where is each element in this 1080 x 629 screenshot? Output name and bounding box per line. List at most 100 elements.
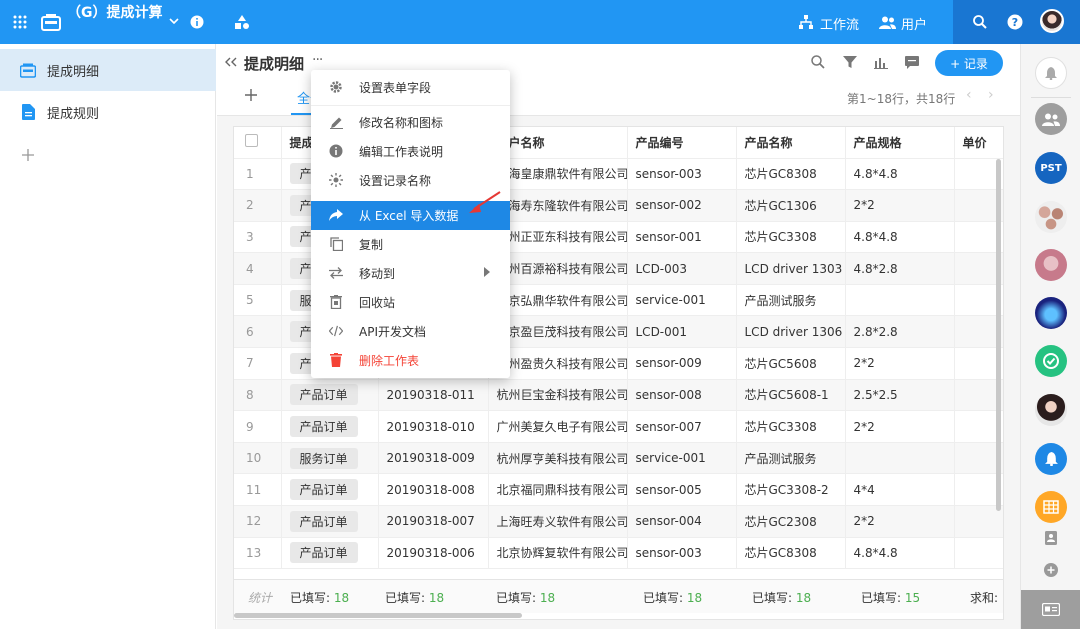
- menu-item-api-docs[interactable]: API开发文档: [311, 317, 510, 346]
- users-icon[interactable]: [878, 14, 896, 30]
- workflow-link[interactable]: 工作流: [820, 14, 859, 33]
- more-options-icon[interactable]: ···: [312, 52, 323, 68]
- column-header[interactable]: 产品编号: [627, 127, 737, 159]
- workflow-icon[interactable]: [798, 14, 814, 30]
- cell-spec[interactable]: 4.8*2.8: [845, 252, 955, 285]
- group-avatar[interactable]: [1035, 103, 1067, 135]
- cell-spec[interactable]: 2*2: [845, 347, 955, 380]
- cell-code[interactable]: sensor-005: [627, 473, 737, 507]
- menu-item-move-to[interactable]: 移动到: [311, 259, 510, 288]
- help-icon[interactable]: ?: [1006, 13, 1024, 31]
- menu-item-copy[interactable]: 复制: [311, 230, 510, 259]
- chat-toggle-button[interactable]: [1021, 590, 1080, 629]
- horizontal-scrollbar[interactable]: [234, 613, 522, 618]
- search-icon[interactable]: [810, 54, 826, 70]
- cell-type[interactable]: 产品订单: [281, 473, 379, 507]
- search-icon[interactable]: [971, 13, 989, 31]
- cell-customer[interactable]: 杭州巨宝金科技有限公司: [488, 379, 628, 412]
- cell-type[interactable]: 产品订单: [281, 410, 379, 443]
- member-avatar[interactable]: [1035, 297, 1067, 329]
- cell-product[interactable]: 芯片GC2308: [736, 505, 846, 538]
- cell-code[interactable]: sensor-009: [627, 347, 737, 380]
- notification-bell-icon[interactable]: [1035, 443, 1067, 475]
- comment-icon[interactable]: [904, 54, 920, 70]
- cell-product[interactable]: 芯片GC3308: [736, 221, 846, 254]
- shapes-icon[interactable]: [233, 13, 251, 31]
- cell-code[interactable]: service-001: [627, 442, 737, 475]
- column-header[interactable]: 产品规格: [845, 127, 955, 159]
- info-icon[interactable]: [189, 14, 205, 30]
- member-avatar[interactable]: [1035, 394, 1067, 426]
- cell-product[interactable]: LCD driver 1306: [736, 315, 846, 349]
- cell-product[interactable]: 芯片GC5608-1: [736, 379, 846, 412]
- check-circle-icon[interactable]: [1035, 345, 1067, 377]
- cell-customer[interactable]: 北京福同鼎科技有限公司: [488, 473, 628, 507]
- cell-code[interactable]: sensor-002: [627, 189, 737, 222]
- cell-product[interactable]: 芯片GC1306: [736, 189, 846, 222]
- cell-spec[interactable]: 2*2: [845, 189, 955, 222]
- vertical-scrollbar[interactable]: [996, 159, 1001, 511]
- users-link[interactable]: 用户: [901, 14, 927, 33]
- menu-item-rename[interactable]: 修改名称和图标: [311, 108, 510, 137]
- cell-spec[interactable]: 2.5*2.5: [845, 379, 955, 412]
- cell-code[interactable]: service-001: [627, 284, 737, 317]
- cell-price[interactable]: [954, 537, 1003, 570]
- member-avatar[interactable]: [1035, 249, 1067, 281]
- add-sheet-plus-icon[interactable]: [20, 147, 36, 163]
- cell-spec[interactable]: 4*4: [845, 473, 955, 507]
- cell-product[interactable]: 芯片GC8308: [736, 537, 846, 570]
- apps-grid-icon[interactable]: [11, 13, 29, 31]
- column-header[interactable]: 产品名称: [736, 127, 846, 159]
- cell-order[interactable]: 20190318-011: [378, 379, 489, 412]
- table-row[interactable]: 12 产品订单 20190318-007 上海旺寿义软件有限公司 sensor-004 芯…: [234, 505, 1003, 538]
- table-row[interactable]: 9 产品订单 20190318-010 广州美复久电子有限公司 sensor-007 芯片…: [234, 410, 1003, 443]
- table-row[interactable]: 8 产品订单 20190318-011 杭州巨宝金科技有限公司 sensor-008 芯片…: [234, 379, 1003, 412]
- cell-type[interactable]: 产品订单: [281, 537, 379, 570]
- cell-code[interactable]: LCD-003: [627, 252, 737, 285]
- select-all-checkbox[interactable]: [234, 127, 282, 159]
- cell-spec[interactable]: 2*2: [845, 505, 955, 538]
- cell-spec[interactable]: [845, 442, 955, 475]
- cell-code[interactable]: sensor-003: [627, 158, 737, 191]
- table-row[interactable]: 11 产品订单 20190318-008 北京福同鼎科技有限公司 sensor-005 芯…: [234, 473, 1003, 507]
- add-record-button[interactable]: + 记录: [935, 50, 1003, 76]
- cell-code[interactable]: sensor-003: [627, 537, 737, 570]
- cell-customer[interactable]: 上海旺寿义软件有限公司: [488, 505, 628, 538]
- contacts-icon[interactable]: [1043, 530, 1059, 546]
- cell-spec[interactable]: 4.8*4.8: [845, 158, 955, 191]
- next-page-icon[interactable]: ›: [988, 87, 994, 103]
- table-row[interactable]: 13 产品订单 20190318-006 北京协辉复软件有限公司 sensor-003 芯…: [234, 537, 1003, 570]
- cell-type[interactable]: 产品订单: [281, 505, 379, 538]
- sidebar-item-commission-rules[interactable]: 提成规则: [0, 91, 216, 133]
- column-header[interactable]: 单价: [954, 127, 1003, 159]
- add-chat-icon[interactable]: [1043, 562, 1059, 578]
- cell-product[interactable]: 产品测试服务: [736, 284, 846, 317]
- bell-icon[interactable]: [1035, 57, 1067, 89]
- cell-order[interactable]: 20190318-010: [378, 410, 489, 443]
- cell-type[interactable]: 产品订单: [281, 379, 379, 412]
- chart-icon[interactable]: [873, 54, 889, 70]
- cell-code[interactable]: sensor-007: [627, 410, 737, 443]
- pst-avatar[interactable]: PST: [1035, 152, 1067, 184]
- app-title[interactable]: （G）提成计算: [67, 5, 163, 22]
- cell-code[interactable]: sensor-008: [627, 379, 737, 412]
- cell-order[interactable]: 20190318-009: [378, 442, 489, 475]
- menu-item-edit-description[interactable]: 编辑工作表说明: [311, 137, 510, 166]
- filter-icon[interactable]: [842, 54, 858, 70]
- chevron-down-icon[interactable]: [167, 14, 181, 28]
- cell-spec[interactable]: [845, 284, 955, 317]
- cell-product[interactable]: LCD driver 1303: [736, 252, 846, 285]
- cell-code[interactable]: LCD-001: [627, 315, 737, 349]
- cell-customer[interactable]: 北京协辉复软件有限公司: [488, 537, 628, 570]
- cell-product[interactable]: 芯片GC3308: [736, 410, 846, 443]
- cell-product[interactable]: 芯片GC3308-2: [736, 473, 846, 507]
- table-row[interactable]: 10 服务订单 20190318-009 杭州厚亨美科技有限公司 service-001…: [234, 442, 1003, 475]
- cell-product[interactable]: 芯片GC5608: [736, 347, 846, 380]
- cell-product[interactable]: 芯片GC8308: [736, 158, 846, 191]
- spreadsheet-icon[interactable]: [1035, 491, 1067, 523]
- cell-order[interactable]: 20190318-006: [378, 537, 489, 570]
- group-photo-avatar[interactable]: [1035, 201, 1067, 233]
- add-view-plus-icon[interactable]: [244, 88, 258, 102]
- menu-item-recycle-bin[interactable]: 回收站: [311, 288, 510, 317]
- cell-customer[interactable]: 广州美复久电子有限公司: [488, 410, 628, 443]
